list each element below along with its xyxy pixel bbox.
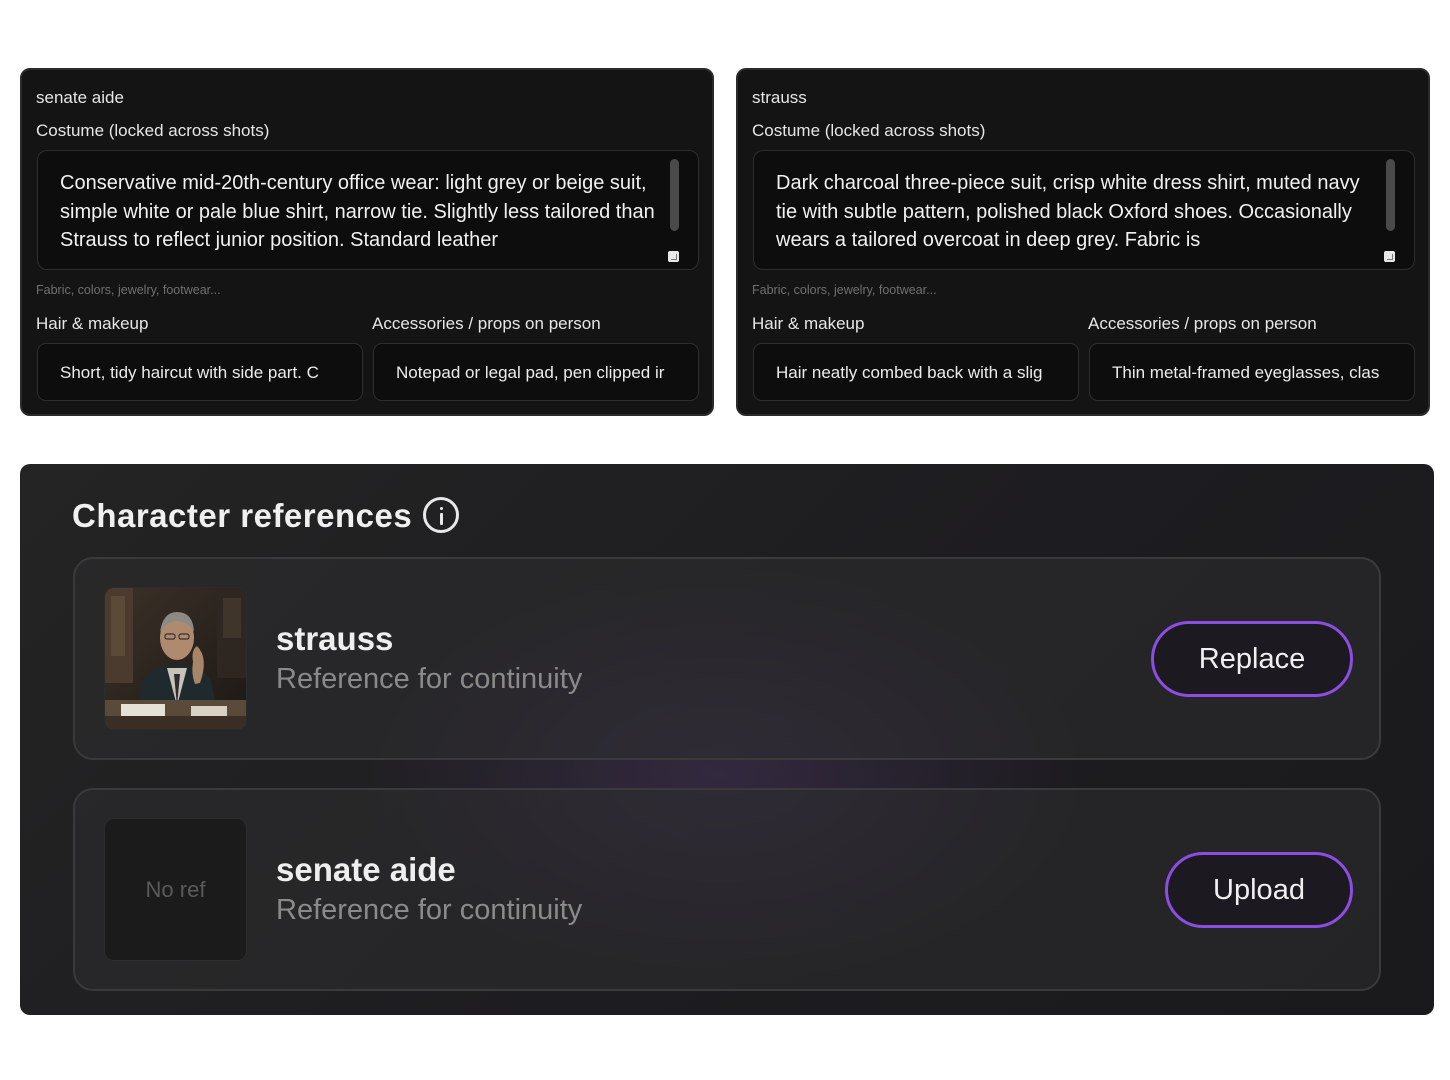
- reference-row-strauss: strauss Reference for continuity Replace: [73, 557, 1381, 760]
- accessories-label: Accessories / props on person: [372, 314, 601, 333]
- resize-handle-icon[interactable]: [668, 251, 679, 262]
- reference-photo: [105, 588, 246, 729]
- hair-makeup-label: Hair & makeup: [36, 314, 149, 333]
- character-name: senate aide: [36, 88, 124, 107]
- scrollbar[interactable]: [1386, 159, 1395, 254]
- costume-placeholder-hint: Fabric, colors, jewelry, footwear...: [36, 283, 221, 297]
- costume-textarea[interactable]: Conservative mid-20th-century office wea…: [37, 150, 699, 270]
- reference-name: strauss: [276, 620, 394, 657]
- character-card-strauss: strauss Costume (locked across shots) Da…: [736, 68, 1430, 416]
- scrollbar[interactable]: [670, 159, 679, 254]
- reference-name: senate aide: [276, 851, 456, 888]
- character-card-senate-aide: senate aide Costume (locked across shots…: [20, 68, 714, 416]
- replace-button[interactable]: Replace: [1151, 621, 1353, 697]
- reference-row-senate-aide: No ref senate aide Reference for continu…: [73, 788, 1381, 991]
- costume-text: Dark charcoal three-piece suit, crisp wh…: [776, 172, 1360, 251]
- upload-button[interactable]: Upload: [1165, 852, 1353, 928]
- scrollbar-thumb[interactable]: [1386, 159, 1395, 231]
- hair-makeup-input[interactable]: Short, tidy haircut with side part. C: [37, 343, 363, 401]
- costume-label: Costume (locked across shots): [36, 121, 270, 140]
- info-icon[interactable]: [423, 497, 459, 533]
- accessories-input[interactable]: Notepad or legal pad, pen clipped ir: [373, 343, 699, 401]
- reference-subtitle: Reference for continuity: [276, 663, 583, 695]
- reference-thumbnail: [104, 587, 247, 730]
- accessories-input[interactable]: Thin metal-framed eyeglasses, clas: [1089, 343, 1415, 401]
- character-references-panel: Character references strauss Reference f…: [20, 464, 1434, 1015]
- reference-subtitle: Reference for continuity: [276, 894, 583, 926]
- hair-makeup-input[interactable]: Hair neatly combed back with a slig: [753, 343, 1079, 401]
- section-title: Character references: [72, 497, 413, 534]
- accessories-label: Accessories / props on person: [1088, 314, 1317, 333]
- resize-handle-icon[interactable]: [1384, 251, 1395, 262]
- reference-thumbnail-empty: No ref: [104, 818, 247, 961]
- costume-textarea[interactable]: Dark charcoal three-piece suit, crisp wh…: [753, 150, 1415, 270]
- character-name: strauss: [752, 88, 807, 107]
- costume-label: Costume (locked across shots): [752, 121, 986, 140]
- costume-text: Conservative mid-20th-century office wea…: [60, 172, 655, 251]
- hair-makeup-label: Hair & makeup: [752, 314, 865, 333]
- costume-placeholder-hint: Fabric, colors, jewelry, footwear...: [752, 283, 937, 297]
- no-ref-placeholder: No ref: [145, 877, 206, 902]
- scrollbar-thumb[interactable]: [670, 159, 679, 231]
